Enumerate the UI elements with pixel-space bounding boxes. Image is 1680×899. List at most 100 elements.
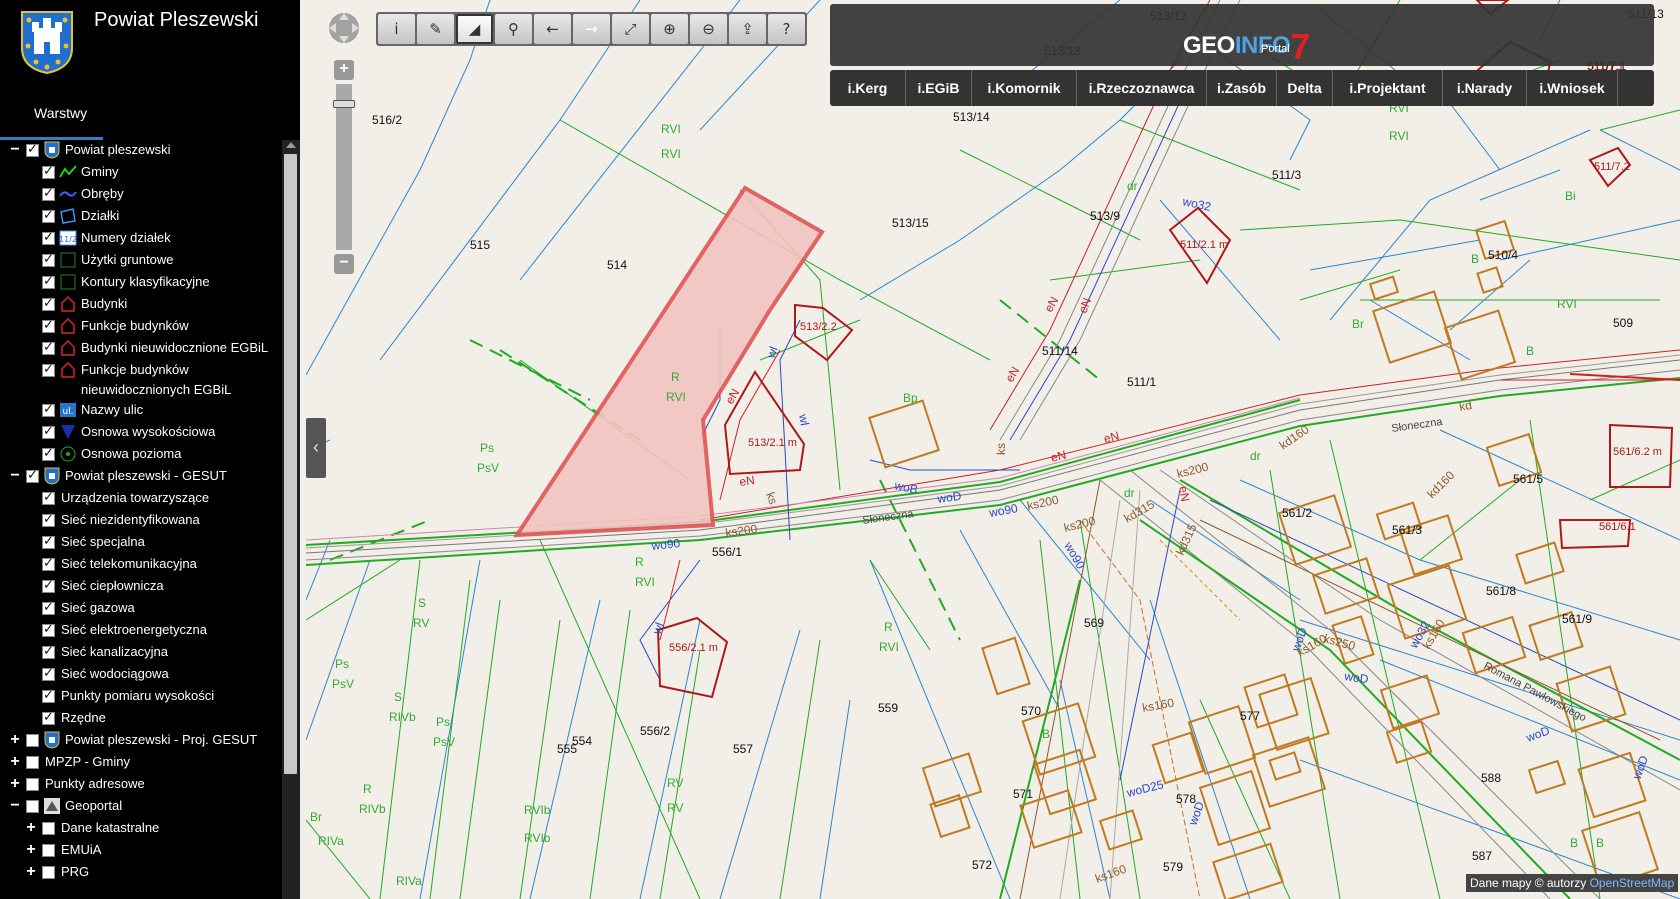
layer-checkbox[interactable]: [42, 576, 55, 596]
layer-row[interactable]: + Punkty adresowe: [0, 774, 282, 796]
help-button[interactable]: ?: [768, 14, 805, 44]
module-i-narady[interactable]: i.Narady: [1443, 70, 1527, 106]
module-i-wniosek[interactable]: i.Wniosek: [1527, 70, 1618, 106]
layer-checkbox[interactable]: [26, 140, 39, 160]
layer-row[interactable]: Osnowa pozioma: [0, 444, 282, 466]
map-drawing[interactable]: 516/2515514513/15513/14513/13513/9511/14…: [306, 0, 1680, 899]
measure-area-button[interactable]: ◢: [456, 14, 493, 44]
layer-row[interactable]: Sieć gazowa: [0, 598, 282, 620]
module-i-komornik[interactable]: i.Komornik: [972, 70, 1077, 106]
collapse-sidebar-button[interactable]: ‹: [306, 418, 326, 478]
measure-length-button[interactable]: ✎: [417, 14, 454, 44]
layer-row[interactable]: Sieć telekomunikacyjna: [0, 554, 282, 576]
layer-checkbox[interactable]: [26, 778, 39, 791]
search-button[interactable]: ⚲: [495, 14, 532, 44]
share-button[interactable]: ⇪: [729, 14, 766, 44]
full-extent-button[interactable]: ⤢: [612, 14, 649, 44]
layer-row[interactable]: Punkty pomiaru wysokości: [0, 686, 282, 708]
layer-checkbox[interactable]: [42, 686, 55, 706]
layer-row[interactable]: Obręby: [0, 184, 282, 206]
layer-checkbox[interactable]: [26, 756, 39, 769]
module-i-zas-b[interactable]: i.Zasób: [1207, 70, 1277, 106]
layer-row[interactable]: − Geoportal: [0, 796, 282, 818]
layer-tree-scrollbar[interactable]: [282, 140, 300, 899]
layer-row[interactable]: 11/2 Numery działek: [0, 228, 282, 250]
layer-row[interactable]: + MPZP - Gminy: [0, 752, 282, 774]
layer-checkbox[interactable]: [42, 620, 55, 640]
scroll-thumb[interactable]: [284, 154, 297, 774]
zoom-in-button[interactable]: ⊕: [651, 14, 688, 44]
layer-checkbox[interactable]: [26, 466, 39, 486]
layer-checkbox[interactable]: [42, 488, 55, 508]
zoom-out-button[interactable]: ⊖: [690, 14, 727, 44]
layer-row[interactable]: + PRG: [0, 862, 282, 884]
expand-icon[interactable]: +: [8, 752, 22, 772]
pan-control[interactable]: [326, 10, 362, 46]
layer-checkbox[interactable]: [42, 400, 55, 420]
module-i-egib[interactable]: i.EGiB: [906, 70, 972, 106]
layer-row[interactable]: Funkcje budynków: [0, 316, 282, 338]
layer-row[interactable]: Działki: [0, 206, 282, 228]
expand-icon[interactable]: +: [8, 730, 22, 750]
layer-checkbox[interactable]: [42, 444, 55, 464]
layer-row[interactable]: Sieć kanalizacyjna: [0, 642, 282, 664]
module-i-projektant[interactable]: i.Projektant: [1333, 70, 1443, 106]
layer-checkbox[interactable]: [42, 360, 55, 380]
expand-icon[interactable]: +: [8, 774, 22, 794]
layer-row[interactable]: Gminy: [0, 162, 282, 184]
layer-row[interactable]: Rzędne: [0, 708, 282, 730]
layer-row[interactable]: − Powiat pleszewski - GESUT: [0, 466, 282, 488]
scroll-up-icon[interactable]: [286, 142, 296, 148]
layer-checkbox[interactable]: [42, 664, 55, 684]
layer-checkbox[interactable]: [42, 272, 55, 292]
collapse-icon[interactable]: −: [8, 140, 22, 160]
expand-icon[interactable]: +: [24, 840, 38, 860]
layer-checkbox[interactable]: [42, 294, 55, 314]
module-i-kerg[interactable]: i.Kerg: [830, 70, 906, 106]
module-delta[interactable]: Delta: [1277, 70, 1333, 106]
layer-row[interactable]: + EMUiA: [0, 840, 282, 862]
module-i-rzeczoznawca[interactable]: i.Rzeczoznawca: [1077, 70, 1207, 106]
layer-row[interactable]: Funkcje budynków nieuwidocznionych EGBiL: [0, 360, 282, 400]
zoom-track[interactable]: [336, 84, 352, 250]
layer-row[interactable]: Budynki nieuwidocznione EGBiL: [0, 338, 282, 360]
layer-checkbox[interactable]: [42, 866, 55, 879]
layer-checkbox[interactable]: [42, 184, 55, 204]
layer-row[interactable]: Osnowa wysokościowa: [0, 422, 282, 444]
layer-row[interactable]: − Powiat pleszewski: [0, 140, 282, 162]
layer-checkbox[interactable]: [42, 338, 55, 358]
layer-row[interactable]: Sieć niezidentyfikowana: [0, 510, 282, 532]
layer-checkbox[interactable]: [42, 206, 55, 226]
layer-row[interactable]: Sieć elektroenergetyczna: [0, 620, 282, 642]
zoom-handle[interactable]: [333, 100, 355, 108]
layer-checkbox[interactable]: [42, 844, 55, 857]
info-button[interactable]: i: [378, 14, 415, 44]
layer-checkbox[interactable]: [26, 800, 39, 813]
collapse-icon[interactable]: −: [8, 466, 22, 486]
expand-icon[interactable]: +: [24, 862, 38, 882]
layer-row[interactable]: Budynki: [0, 294, 282, 316]
layer-row[interactable]: + Powiat pleszewski - Proj. GESUT: [0, 730, 282, 752]
layer-checkbox[interactable]: [42, 708, 55, 728]
layer-checkbox[interactable]: [42, 822, 55, 835]
back-button[interactable]: ←: [534, 14, 571, 44]
layer-checkbox[interactable]: [42, 162, 55, 182]
layer-row[interactable]: Sieć wodociągowa: [0, 664, 282, 686]
layer-row[interactable]: Sieć specjalna: [0, 532, 282, 554]
layer-checkbox[interactable]: [42, 554, 55, 574]
layer-checkbox[interactable]: [42, 316, 55, 336]
layer-row[interactable]: Sieć ciepłownicza: [0, 576, 282, 598]
layer-checkbox[interactable]: [42, 422, 55, 442]
tab-layers[interactable]: Warstwy: [0, 96, 103, 140]
map-canvas[interactable]: 516/2515514513/15513/14513/13513/9511/14…: [306, 0, 1680, 899]
zoom-slider[interactable]: + −: [333, 60, 355, 274]
forward-button[interactable]: →: [573, 14, 610, 44]
layer-checkbox[interactable]: [42, 250, 55, 270]
layer-checkbox[interactable]: [42, 642, 55, 662]
layer-checkbox[interactable]: [26, 734, 39, 747]
layer-row[interactable]: + Dane katastralne: [0, 818, 282, 840]
layer-checkbox[interactable]: [42, 510, 55, 530]
layer-row[interactable]: ul. Nazwy ulic: [0, 400, 282, 422]
expand-icon[interactable]: +: [24, 818, 38, 838]
layer-checkbox[interactable]: [42, 228, 55, 248]
